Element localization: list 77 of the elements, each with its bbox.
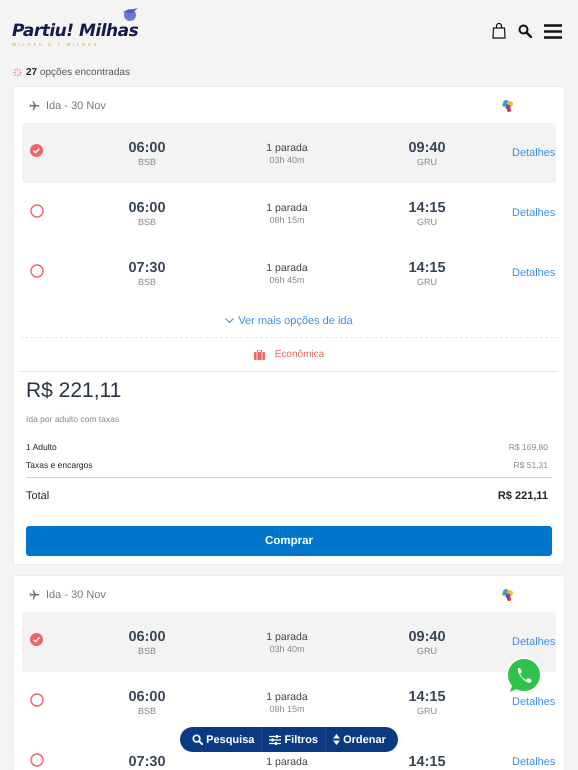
trip-label: Ida - 30 Nov [46,589,106,601]
loading-icon [13,68,22,77]
airport-code: GRU [417,646,437,656]
suitcase-icon [254,350,265,360]
results-count: 27 opções encontradas [26,67,130,78]
sort-icon [333,734,340,745]
more-options-link[interactable]: Ver mais opções de ida [225,315,353,337]
departure-time: 06:00 [128,628,166,644]
search-icon[interactable] [518,24,532,38]
stops-label: 1 parada [266,202,308,214]
airport-code: BSB [138,216,156,226]
arrival-time: 09:40 [408,140,446,156]
fare-label: 1 Adulto [26,442,57,452]
radio-checked-icon[interactable] [30,633,43,646]
arrival-time: 14:15 [408,260,446,276]
airport-code: BSB [138,706,156,716]
airport-code: GRU [417,706,437,716]
details-link[interactable]: Detalhes [512,207,556,219]
departure-time: 06:00 [128,200,166,216]
fare-value: R$ 51,31 [514,460,548,470]
stops-label: 1 parada [266,630,308,642]
toolbar-button[interactable]: Ordenar [325,727,393,752]
total-label: Total [26,490,50,504]
selected-flight-row[interactable]: 06:00 BSB 1 parada 03h 40m 09:40 GRU Detalhes [22,123,556,183]
radio-icon[interactable] [30,752,44,766]
departure-time: 07:30 [128,260,166,276]
airport-code: GRU [417,216,437,226]
stops-label: 1 parada [266,690,308,702]
departure-time: 07:30 [128,754,166,770]
plane-globe-icon [120,6,140,22]
stops-label: 1 parada [266,142,308,154]
radio-checked-icon[interactable] [30,144,43,157]
duration-label: 03h 40m [269,154,305,164]
airport-code: GRU [417,276,437,286]
buy-button[interactable]: Comprar [26,526,552,556]
radio-icon[interactable] [30,692,44,706]
fare-value: R$ 169,80 [508,442,548,452]
stops-label: 1 parada [266,756,308,768]
toolbar-button[interactable]: Filtros [261,727,326,752]
airplane-icon [28,589,41,601]
duration-label: 03h 40m [269,644,305,654]
departure-time: 06:00 [128,688,166,704]
airport-code: BSB [138,276,156,286]
toolbar-button[interactable]: Pesquisa [185,727,262,752]
details-link[interactable]: Detalhes [512,267,556,279]
airport-code: BSB [138,156,156,166]
logo-text[interactable]: Partiu! Milhas [12,21,138,41]
airport-code: GRU [417,156,437,166]
duration-label: 06h 45m [269,274,305,284]
details-link[interactable]: Detalhes [512,147,556,159]
departure-time: 06:00 [128,140,166,156]
menu-icon[interactable] [544,24,562,38]
selected-flight-row[interactable]: 06:00 BSB 1 parada 03h 40m 09:40 GRU Detalhes [22,612,556,672]
duration-label: 08h 15m [269,214,305,224]
arrival-time: 14:15 [408,200,446,216]
shopping-bag-icon[interactable] [492,23,506,39]
arrival-time: 14:15 [408,688,446,704]
fare-label: Taxas e encargos [26,460,93,470]
trip-label: Ida - 30 Nov [46,100,106,112]
arrival-time: 14:15 [408,754,446,770]
duration-label: 08h 15m [269,704,305,714]
details-link[interactable]: Detalhes [512,756,556,768]
cabin-class: Econômica [274,349,324,360]
arrival-time: 09:40 [408,628,446,644]
total-value: R$ 221,11 [498,490,548,504]
price: R$ 221,11 [26,379,122,403]
airplane-icon [28,100,41,112]
details-link[interactable]: Detalhes [512,696,556,708]
sliders-icon [269,734,282,744]
radio-icon[interactable] [30,204,44,218]
search-icon [192,734,204,745]
price-note: Ida por adulto com taxas [26,414,120,424]
chevron-down-icon [225,318,234,324]
stops-label: 1 parada [266,262,308,274]
radio-icon[interactable] [30,264,44,278]
details-link[interactable]: Detalhes [512,636,556,648]
airport-code: BSB [138,646,156,656]
